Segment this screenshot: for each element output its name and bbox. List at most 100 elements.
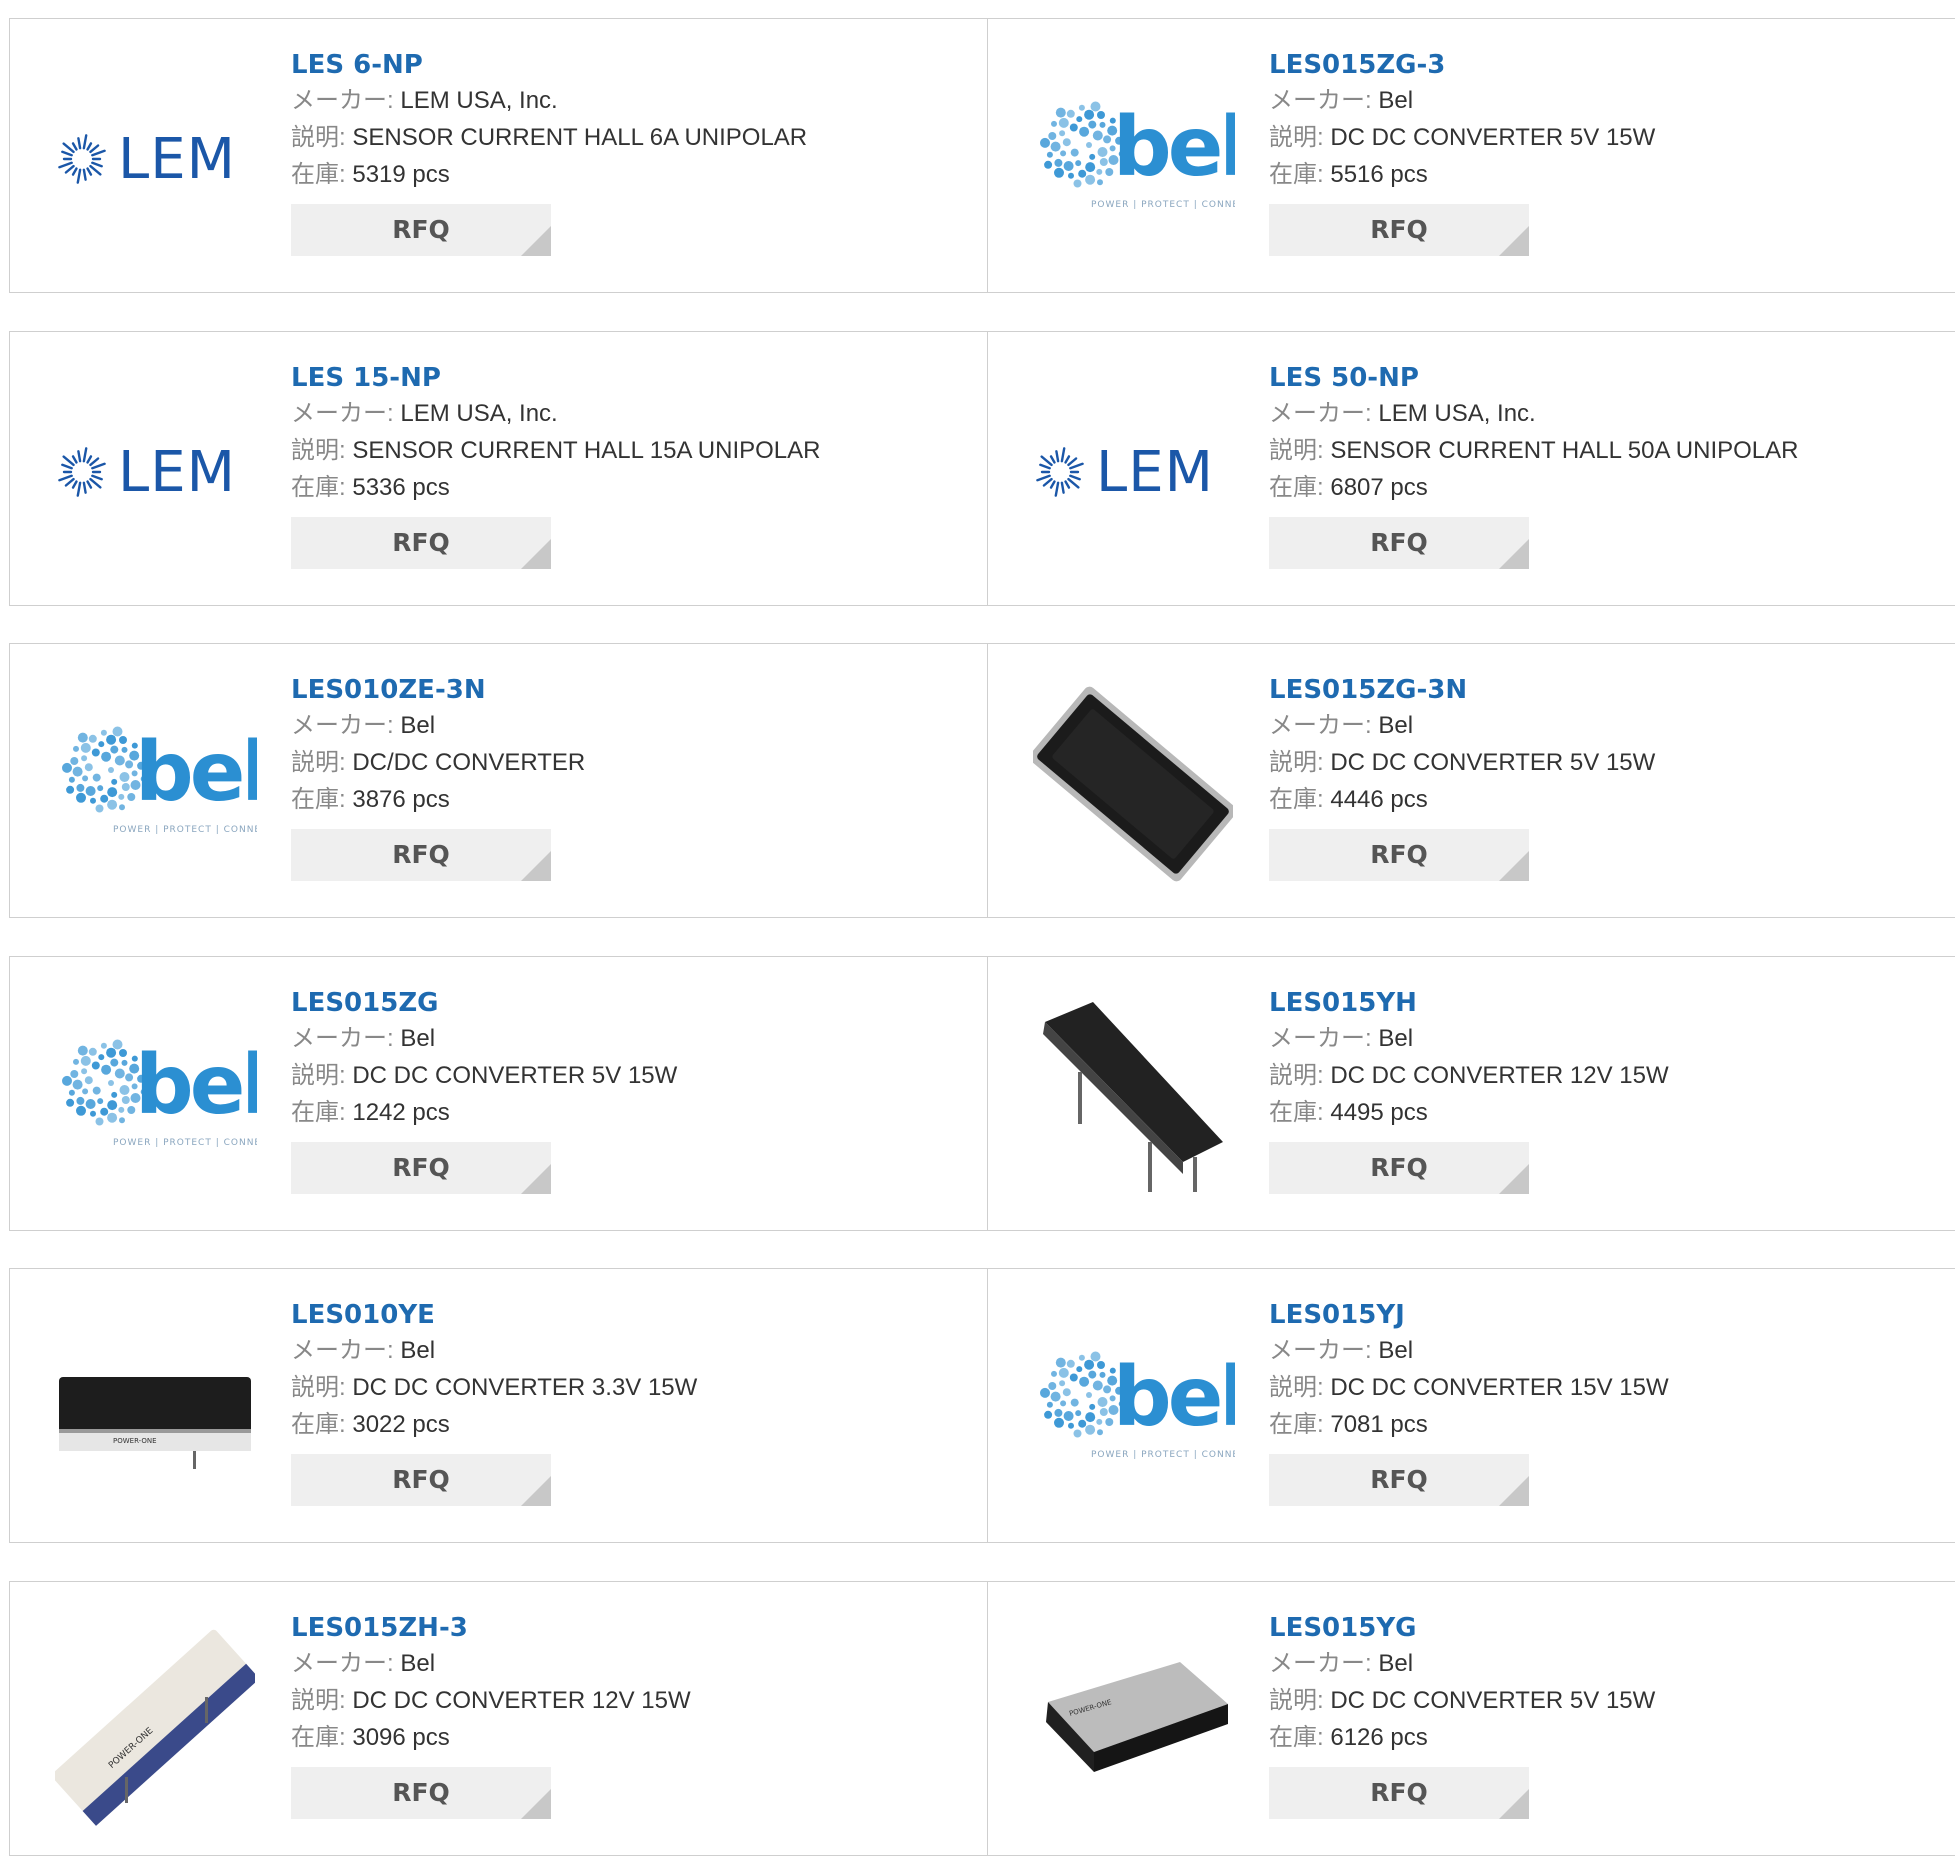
maker-value: Bel: [400, 1650, 436, 1677]
rfq-button[interactable]: RFQ: [291, 1767, 551, 1819]
description-label: 説明:: [291, 1062, 346, 1089]
rfq-label: RFQ: [1370, 1153, 1428, 1182]
product-card-4: bel POWER | PROTECT | CONNECT LES010ZE-3…: [9, 643, 988, 918]
description-label: 説明:: [1269, 124, 1324, 151]
rfq-button[interactable]: RFQ: [291, 204, 551, 256]
stock-label: 在庫:: [291, 161, 346, 188]
part-number-link[interactable]: LES015ZG: [291, 986, 677, 1020]
maker-label: メーカー:: [291, 87, 394, 114]
stock-label: 在庫:: [1269, 1724, 1324, 1751]
maker-value: Bel: [400, 1337, 436, 1364]
part-number-link[interactable]: LES 50-NP: [1269, 361, 1798, 395]
product-card-7: LES015YH メーカー: Bel 説明: DC DC CONVERTER 1…: [987, 956, 1955, 1231]
description-row: 説明: DC DC CONVERTER 5V 15W: [1269, 744, 1655, 781]
product-photo-converter-diagonal[interactable]: POWER-ONE: [50, 1617, 260, 1827]
stock-label: 在庫:: [291, 786, 346, 813]
corner-triangle-icon: [521, 1164, 551, 1194]
product-photo-converter-angled[interactable]: [1028, 992, 1238, 1202]
stock-row: 在庫: 5336 pcs: [291, 469, 820, 506]
maker-row: メーカー: Bel: [291, 1020, 677, 1057]
product-info: LES015YJ メーカー: Bel 説明: DC DC CONVERTER 1…: [1269, 1298, 1669, 1506]
rfq-label: RFQ: [392, 1465, 450, 1494]
bel-logo-icon[interactable]: bel POWER | PROTECT | CONNECT: [1028, 1304, 1238, 1514]
description-value: DC DC CONVERTER 5V 15W: [352, 1062, 678, 1089]
corner-triangle-icon: [521, 851, 551, 881]
bel-logo-icon[interactable]: bel POWER | PROTECT | CONNECT: [50, 992, 260, 1202]
description-label: 説明:: [291, 437, 346, 464]
corner-triangle-icon: [1499, 1789, 1529, 1819]
rfq-button[interactable]: RFQ: [291, 1142, 551, 1194]
rfq-label: RFQ: [392, 840, 450, 869]
stock-row: 在庫: 4446 pcs: [1269, 781, 1655, 818]
part-number-link[interactable]: LES015YJ: [1269, 1298, 1669, 1332]
product-photo-converter-side[interactable]: POWER-ONE: [50, 1304, 260, 1514]
bel-logo-icon[interactable]: bel POWER | PROTECT | CONNECT: [1028, 54, 1238, 264]
lem-logo-icon[interactable]: LEM: [50, 54, 260, 264]
product-card-8: POWER-ONE LES010YE メーカー: Bel 説明: DC DC C…: [9, 1268, 988, 1543]
stock-value: 3096 pcs: [352, 1724, 450, 1751]
rfq-label: RFQ: [1370, 840, 1428, 869]
product-photo-converter-top[interactable]: [1028, 679, 1238, 889]
part-number-link[interactable]: LES010YE: [291, 1298, 697, 1332]
description-value: DC DC CONVERTER 5V 15W: [1330, 124, 1656, 151]
maker-row: メーカー: Bel: [291, 1645, 691, 1682]
description-value: SENSOR CURRENT HALL 15A UNIPOLAR: [352, 437, 821, 464]
rfq-button[interactable]: RFQ: [1269, 1767, 1529, 1819]
svg-text:POWER-ONE: POWER-ONE: [113, 1437, 157, 1445]
svg-text:POWER | PROTECT | CONNECT: POWER | PROTECT | CONNECT: [1091, 200, 1235, 210]
product-photo-converter-metal[interactable]: POWER-ONE: [1028, 1617, 1238, 1827]
stock-row: 在庫: 1242 pcs: [291, 1094, 677, 1131]
product-card-0: LEM LES 6-NP メーカー: LEM USA, Inc. 説明: SEN…: [9, 18, 988, 293]
part-number-link[interactable]: LES015YH: [1269, 986, 1669, 1020]
description-row: 説明: DC DC CONVERTER 12V 15W: [1269, 1057, 1669, 1094]
stock-value: 3876 pcs: [352, 786, 450, 813]
rfq-button[interactable]: RFQ: [291, 829, 551, 881]
description-row: 説明: DC DC CONVERTER 5V 15W: [1269, 119, 1655, 156]
product-card-6: bel POWER | PROTECT | CONNECT LES015ZG メ…: [9, 956, 988, 1231]
stock-value: 6126 pcs: [1330, 1724, 1428, 1751]
rfq-label: RFQ: [1370, 1465, 1428, 1494]
description-row: 説明: DC DC CONVERTER 5V 15W: [291, 1057, 677, 1094]
product-card-5: LES015ZG-3N メーカー: Bel 説明: DC DC CONVERTE…: [987, 643, 1955, 918]
product-card-9: bel POWER | PROTECT | CONNECT LES015YJ メ…: [987, 1268, 1955, 1543]
maker-row: メーカー: LEM USA, Inc.: [291, 82, 807, 119]
rfq-button[interactable]: RFQ: [1269, 1142, 1529, 1194]
rfq-label: RFQ: [1370, 215, 1428, 244]
maker-label: メーカー:: [291, 1337, 394, 1364]
maker-value: Bel: [400, 1025, 436, 1052]
bel-flower-mark: [62, 726, 147, 813]
maker-label: メーカー:: [1269, 1650, 1372, 1677]
description-value: DC DC CONVERTER 5V 15W: [1330, 1687, 1656, 1714]
part-number-link[interactable]: LES015ZG-3: [1269, 48, 1655, 82]
svg-text:POWER | PROTECT | CONNECT: POWER | PROTECT | CONNECT: [113, 825, 257, 835]
description-label: 説明:: [1269, 1374, 1324, 1401]
product-info: LES015ZG-3 メーカー: Bel 説明: DC DC CONVERTER…: [1269, 48, 1655, 256]
part-number-link[interactable]: LES010ZE-3N: [291, 673, 585, 707]
product-info: LES015YG メーカー: Bel 説明: DC DC CONVERTER 5…: [1269, 1611, 1655, 1819]
rfq-button[interactable]: RFQ: [1269, 517, 1529, 569]
description-value: DC DC CONVERTER 5V 15W: [1330, 749, 1656, 776]
lem-logo-icon[interactable]: LEM: [50, 367, 260, 577]
product-card-1: bel POWER | PROTECT | CONNECT LES015ZG-3…: [987, 18, 1955, 293]
rfq-button[interactable]: RFQ: [291, 517, 551, 569]
rfq-button[interactable]: RFQ: [1269, 829, 1529, 881]
lem-sun-mark: [58, 447, 106, 497]
rfq-button[interactable]: RFQ: [1269, 204, 1529, 256]
part-number-link[interactable]: LES 15-NP: [291, 361, 820, 395]
bel-logo-icon[interactable]: bel POWER | PROTECT | CONNECT: [50, 679, 260, 889]
maker-label: メーカー:: [291, 1650, 394, 1677]
rfq-button[interactable]: RFQ: [1269, 1454, 1529, 1506]
description-row: 説明: DC DC CONVERTER 12V 15W: [291, 1682, 691, 1719]
maker-row: メーカー: Bel: [1269, 1020, 1669, 1057]
part-number-link[interactable]: LES015ZH-3: [291, 1611, 691, 1645]
description-label: 説明:: [291, 1687, 346, 1714]
lem-logo-icon[interactable]: LEM: [1028, 367, 1238, 577]
rfq-button[interactable]: RFQ: [291, 1454, 551, 1506]
part-number-link[interactable]: LES 6-NP: [291, 48, 807, 82]
part-number-link[interactable]: LES015ZG-3N: [1269, 673, 1655, 707]
maker-row: メーカー: LEM USA, Inc.: [1269, 395, 1798, 432]
stock-row: 在庫: 6807 pcs: [1269, 469, 1798, 506]
svg-text:bel: bel: [1113, 100, 1235, 195]
part-number-link[interactable]: LES015YG: [1269, 1611, 1655, 1645]
corner-triangle-icon: [1499, 1164, 1529, 1194]
